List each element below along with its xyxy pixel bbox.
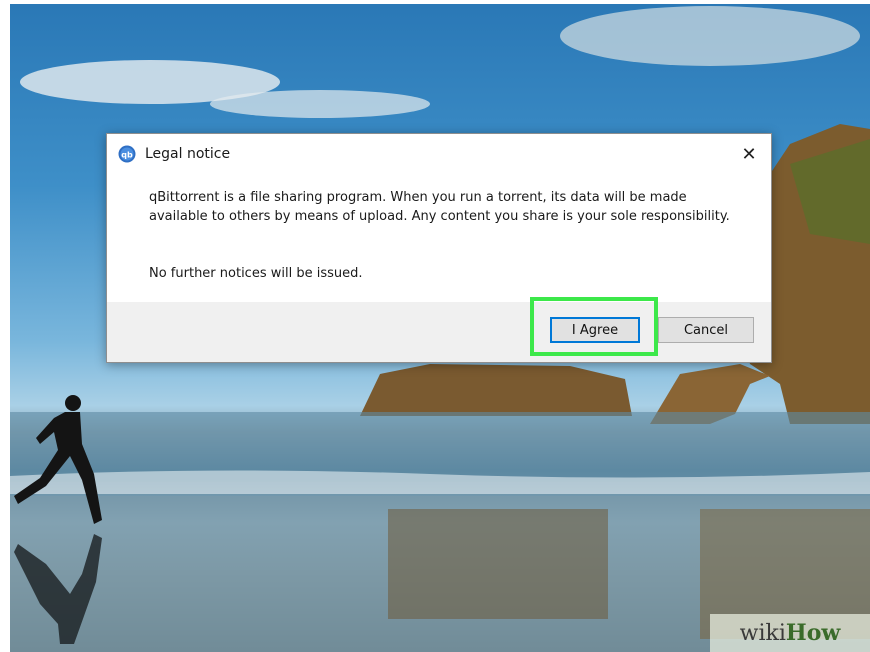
wikihow-watermark: wiki How [710,614,870,652]
rock-center [360,364,632,416]
watermark-prefix: wiki [739,620,786,646]
legal-notice-dialog: qb Legal notice ✕ qBittorrent is a file … [106,133,772,363]
cloud [560,6,860,66]
dialog-button-bar: I Agree Cancel [107,302,771,362]
dialog-content: qBittorrent is a file sharing program. W… [107,174,771,302]
dialog-title: Legal notice [145,146,231,162]
close-button[interactable]: ✕ [727,134,771,174]
close-icon: ✕ [741,143,757,165]
cancel-button[interactable]: Cancel [658,317,754,343]
no-further-notices: No further notices will be issued. [149,266,363,281]
watermark-suffix: How [785,620,841,646]
dialog-titlebar[interactable]: qb Legal notice ✕ [107,134,771,174]
qbittorrent-icon: qb [118,145,136,163]
legal-message: qBittorrent is a file sharing program. W… [149,190,730,224]
highlight-box [530,297,658,356]
svg-text:qb: qb [121,151,133,160]
reflection-rock [388,509,608,619]
cloud [210,90,430,118]
